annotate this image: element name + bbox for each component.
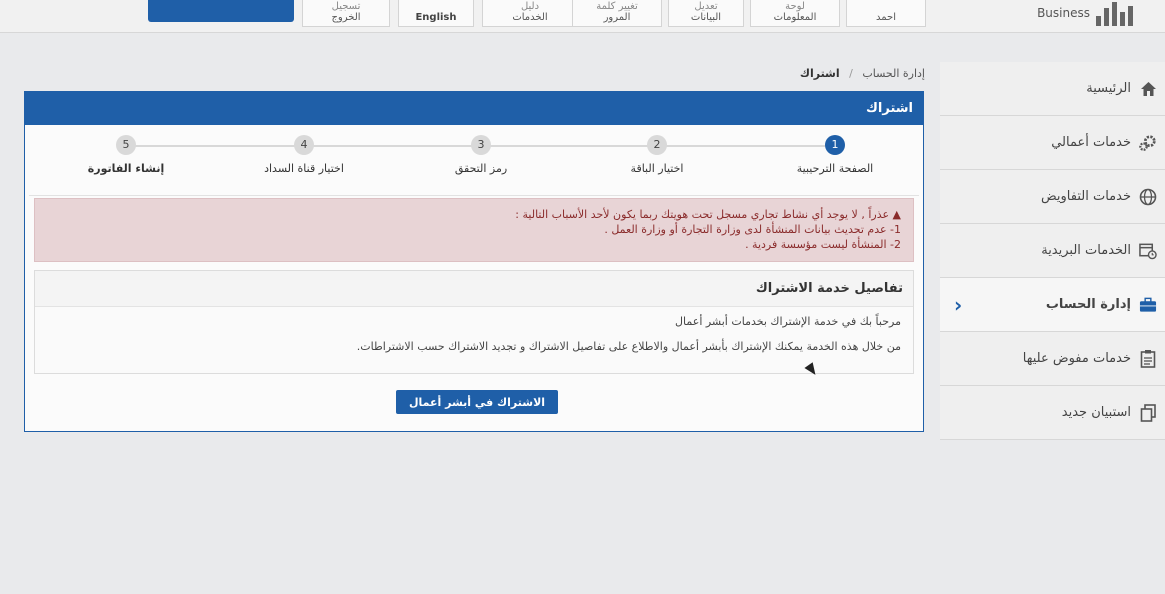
- chevron-left-icon: ‹: [954, 292, 963, 317]
- sidebar-item-new-survey[interactable]: استبيان جديد: [940, 386, 1165, 440]
- brand-text: Business: [1037, 6, 1090, 20]
- user-name: احمد: [876, 12, 896, 23]
- edit-data-button[interactable]: تعديل البيانات: [668, 0, 744, 27]
- alert-message: عذراً , لا يوجد أي نشاط تجاري مسجل تحت ه…: [515, 208, 890, 221]
- briefcase-icon: [1139, 296, 1157, 314]
- breadcrumb-current: اشتراك: [799, 67, 840, 80]
- dashboard-label: المعلومات: [773, 12, 817, 23]
- breadcrumb-separator: /: [849, 67, 853, 80]
- top-bar: تسجيل الخروج English دليل الخدمات تغيير …: [0, 0, 1165, 33]
- breadcrumb: إدارة الحساب / اشتراك: [800, 67, 925, 80]
- wizard-step: 2 اختيار الباقة: [617, 135, 697, 175]
- user-menu[interactable]: احمد: [846, 0, 926, 27]
- logout-button[interactable]: تسجيل الخروج: [302, 0, 390, 27]
- calendar-clock-icon: [1139, 242, 1157, 260]
- change-password-button[interactable]: تغيير كلمة المرور: [572, 0, 662, 27]
- wizard-step: 4 اختيار قناة السداد: [254, 135, 354, 175]
- step-number: 3: [471, 135, 491, 155]
- copy-icon: [1139, 403, 1157, 422]
- sidebar-item-label: الخدمات البريدية: [1041, 243, 1131, 258]
- details-title: تفاصيل خدمة الاشتراك: [35, 271, 913, 307]
- sidebar-item-label: إدارة الحساب: [1045, 297, 1131, 312]
- wizard-step: 1 الصفحة الترحيبية: [785, 135, 885, 175]
- alert-reason: 2- المنشأة ليست مؤسسة فردية .: [745, 238, 901, 251]
- globe-icon: [1139, 188, 1157, 206]
- sidebar-item-label: الرئيسية: [1086, 81, 1131, 96]
- logout-label: الخروج: [331, 12, 361, 23]
- gears-icon: [1139, 134, 1157, 152]
- edit-data-label-top: تعديل: [694, 1, 718, 12]
- alert-line: ▲ عذراً , لا يوجد أي نشاط تجاري مسجل تحت…: [47, 207, 901, 222]
- step-number: 4: [294, 135, 314, 155]
- logout-label-top: تسجيل: [331, 1, 361, 12]
- dashboard-button[interactable]: لوحة المعلومات: [750, 0, 840, 27]
- edit-data-label: البيانات: [690, 12, 722, 23]
- top-blue-tab[interactable]: [148, 0, 294, 22]
- step-number: 1: [825, 135, 845, 155]
- step-label: اختيار قناة السداد: [264, 162, 344, 175]
- services-label-top: دليل: [520, 1, 540, 12]
- breadcrumb-parent-link[interactable]: إدارة الحساب: [862, 67, 925, 80]
- panel-header: اشتراك: [25, 92, 923, 125]
- sidebar-item-label: استبيان جديد: [1061, 405, 1131, 420]
- brand-logo-icon: [1096, 2, 1133, 26]
- service-details: تفاصيل خدمة الاشتراك مرحباً بك في خدمة ا…: [34, 270, 914, 374]
- password-label-top: تغيير كلمة: [596, 1, 638, 12]
- error-alert: ▲ عذراً , لا يوجد أي نشاط تجاري مسجل تحت…: [34, 198, 914, 262]
- step-label: إنشاء الفاتورة: [87, 162, 165, 175]
- home-icon: [1139, 80, 1157, 98]
- subscribe-button[interactable]: الاشتراك في أبشر أعمال: [396, 390, 558, 414]
- services-label: الخدمات: [512, 12, 548, 23]
- language-label: English: [415, 12, 457, 23]
- sidebar-item-home[interactable]: الرئيسية: [940, 62, 1165, 116]
- sidebar-item-label: خدمات مفوض عليها: [1022, 351, 1131, 366]
- sidebar-item-my-business[interactable]: خدمات أعمالي: [940, 116, 1165, 170]
- subscription-panel: اشتراك 1 الصفحة الترحيبية 2 اختيار الباق…: [24, 91, 924, 432]
- sidebar-item-delegated-services[interactable]: خدمات مفوض عليها: [940, 332, 1165, 386]
- sidebar-item-label: خدمات التفاويض: [1040, 189, 1131, 204]
- wizard-step: 5 إنشاء الفاتورة: [81, 135, 171, 175]
- alert-reason: 1- عدم تحديث بيانات المنشأة لدى وزارة ال…: [604, 223, 901, 236]
- step-number: 5: [116, 135, 136, 155]
- dashboard-label-top: لوحة: [785, 1, 805, 12]
- sidebar-item-account-management[interactable]: إدارة الحساب ‹: [940, 278, 1165, 332]
- password-label: المرور: [603, 12, 631, 23]
- step-label: اختيار الباقة: [630, 162, 684, 175]
- sidebar: الرئيسية خدمات أعمالي خدمات التفاويض الخ…: [940, 62, 1165, 440]
- clipboard-icon: [1139, 350, 1157, 368]
- panel-title: اشتراك: [865, 101, 913, 116]
- step-number: 2: [647, 135, 667, 155]
- details-welcome-text: مرحباً بك في خدمة الإشتراك بخدمات أبشر أ…: [675, 315, 901, 328]
- services-guide-button[interactable]: دليل الخدمات: [482, 0, 578, 27]
- wizard-step: 3 رمز التحقق: [441, 135, 521, 175]
- step-label: رمز التحقق: [454, 162, 508, 175]
- wizard-steps: 1 الصفحة الترحيبية 2 اختيار الباقة 3 رمز…: [29, 125, 919, 196]
- details-description: من خلال هذه الخدمة يمكنك الإشتراك بأبشر …: [356, 340, 901, 353]
- sidebar-item-label: خدمات أعمالي: [1051, 135, 1131, 150]
- sidebar-item-postal-services[interactable]: الخدمات البريدية: [940, 224, 1165, 278]
- language-button[interactable]: English: [398, 0, 474, 27]
- sidebar-item-delegations[interactable]: خدمات التفاويض: [940, 170, 1165, 224]
- brand-logo[interactable]: Business: [1037, 0, 1133, 26]
- step-label: الصفحة الترحيبية: [796, 162, 874, 175]
- warning-icon: ▲: [892, 208, 901, 221]
